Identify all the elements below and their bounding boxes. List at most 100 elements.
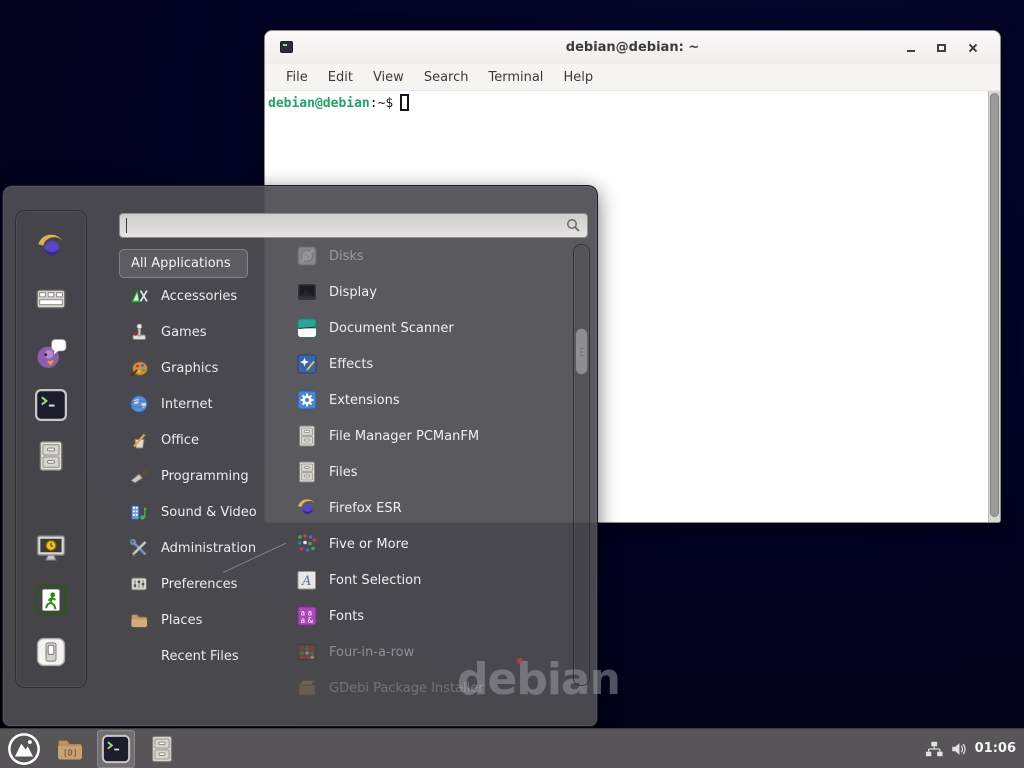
terminal-window-icon bbox=[280, 41, 293, 53]
menu-file[interactable]: File bbox=[276, 66, 318, 89]
effects-icon bbox=[295, 352, 319, 376]
app-list-scrollbar[interactable] bbox=[573, 244, 590, 686]
no-icon-spacer bbox=[129, 646, 149, 666]
file-cabinet-icon bbox=[147, 734, 177, 764]
firefox-icon bbox=[34, 230, 68, 264]
terminal-scrollbar[interactable] bbox=[988, 91, 1000, 523]
network-icon[interactable] bbox=[925, 740, 943, 758]
category-recent-files[interactable]: Recent Files bbox=[119, 638, 269, 674]
menu-search[interactable]: Search bbox=[414, 66, 479, 89]
folder-d-icon bbox=[55, 734, 85, 764]
desktop: debian@debian: ~ File Edit View Search T… bbox=[0, 0, 1024, 768]
terminal-titlebar[interactable]: debian@debian: ~ bbox=[265, 31, 1000, 64]
category-graphics[interactable]: Graphics bbox=[119, 350, 269, 386]
terminal-scrollbar-thumb[interactable] bbox=[990, 93, 999, 517]
app-files[interactable]: Files bbox=[265, 454, 565, 490]
close-button[interactable] bbox=[957, 31, 988, 64]
maximize-icon bbox=[937, 44, 946, 52]
fonts-icon bbox=[295, 604, 319, 628]
places-icon bbox=[129, 610, 149, 630]
menu-edit[interactable]: Edit bbox=[318, 66, 363, 89]
category-games[interactable]: Games bbox=[119, 314, 269, 350]
favorite-terminal[interactable] bbox=[32, 386, 70, 424]
menu-terminal[interactable]: Terminal bbox=[478, 66, 553, 89]
favorite-log-out[interactable] bbox=[32, 581, 70, 619]
terminal-icon bbox=[101, 734, 131, 764]
gdebi-icon bbox=[295, 676, 319, 700]
close-icon bbox=[968, 43, 978, 53]
app-disks[interactable]: Disks bbox=[265, 238, 565, 274]
search-input[interactable] bbox=[119, 213, 588, 238]
favorite-shut-down[interactable] bbox=[32, 633, 70, 671]
minimize-button[interactable] bbox=[895, 31, 926, 64]
app-fonts[interactable]: Fonts bbox=[265, 598, 565, 634]
app-font-selection[interactable]: Font Selection bbox=[265, 562, 565, 598]
four-in-a-row-icon bbox=[295, 640, 319, 664]
app-effects[interactable]: Effects bbox=[265, 346, 565, 382]
preferences-icon bbox=[129, 574, 149, 594]
all-applications-button[interactable]: All Applications bbox=[119, 249, 248, 278]
log-out-icon bbox=[34, 583, 68, 617]
graphics-icon bbox=[129, 358, 149, 378]
favorite-pidgin[interactable] bbox=[32, 334, 70, 372]
category-preferences[interactable]: Preferences bbox=[119, 566, 269, 602]
menu-button[interactable] bbox=[5, 730, 43, 768]
favorite-firefox[interactable] bbox=[32, 228, 70, 266]
terminal-cursor bbox=[400, 94, 409, 111]
font-selection-icon bbox=[295, 568, 319, 592]
minimize-icon bbox=[907, 50, 915, 52]
sound-video-icon bbox=[129, 502, 149, 522]
menu-help[interactable]: Help bbox=[553, 66, 603, 89]
prompt-path: :~$ bbox=[370, 96, 393, 111]
programming-icon bbox=[129, 466, 149, 486]
menu-view[interactable]: View bbox=[363, 66, 414, 89]
app-document-scanner[interactable]: Document Scanner bbox=[265, 310, 565, 346]
category-office[interactable]: Office bbox=[119, 422, 269, 458]
app-file-manager-pcmanfm[interactable]: File Manager PCManFM bbox=[265, 418, 565, 454]
category-sound-video[interactable]: Sound & Video bbox=[119, 494, 269, 530]
app-firefox-esr[interactable]: Firefox ESR bbox=[265, 490, 565, 526]
category-programming[interactable]: Programming bbox=[119, 458, 269, 494]
category-internet[interactable]: Internet bbox=[119, 386, 269, 422]
file-manager-launcher[interactable] bbox=[143, 730, 181, 768]
accessories-icon bbox=[129, 286, 149, 306]
terminal-task-button[interactable] bbox=[97, 730, 135, 768]
shut-down-icon bbox=[34, 635, 68, 669]
keyboard-icon bbox=[34, 282, 68, 316]
app-extensions[interactable]: Extensions bbox=[265, 382, 565, 418]
terminal-menubar: File Edit View Search Terminal Help bbox=[265, 64, 1000, 91]
extensions-icon bbox=[295, 388, 319, 412]
app-gdebi-package-installer[interactable]: GDebi Package Installer bbox=[265, 670, 565, 706]
file-cabinet-icon bbox=[295, 460, 319, 484]
category-accessories[interactable]: Accessories bbox=[119, 278, 269, 314]
screensaver-icon bbox=[34, 531, 68, 565]
administration-icon bbox=[129, 538, 149, 558]
folder-launcher[interactable] bbox=[51, 730, 89, 768]
taskbar: 01:06 bbox=[0, 728, 1024, 768]
pidgin-icon bbox=[34, 336, 68, 370]
terminal-title: debian@debian: ~ bbox=[566, 40, 699, 55]
text-caret bbox=[126, 218, 127, 233]
category-places[interactable]: Places bbox=[119, 602, 269, 638]
favorite-screensaver[interactable] bbox=[32, 529, 70, 567]
category-list: Accessories Games Graphics Internet Offi… bbox=[119, 278, 269, 674]
document-scanner-icon bbox=[295, 316, 319, 340]
file-cabinet-icon bbox=[34, 439, 68, 473]
favorite-onscreen-keyboard[interactable] bbox=[32, 280, 70, 318]
terminal-icon bbox=[34, 388, 68, 422]
search-icon bbox=[566, 218, 581, 233]
application-list: Disks Display Document Scanner Effects E… bbox=[265, 238, 565, 706]
app-list-scrollbar-thumb[interactable] bbox=[575, 328, 588, 375]
app-display[interactable]: Display bbox=[265, 274, 565, 310]
app-four-in-a-row[interactable]: Four-in-a-row bbox=[265, 634, 565, 670]
favorite-file-manager[interactable] bbox=[32, 437, 70, 475]
app-five-or-more[interactable]: Five or More bbox=[265, 526, 565, 562]
office-icon bbox=[129, 430, 149, 450]
volume-icon[interactable] bbox=[950, 740, 968, 758]
clock[interactable]: 01:06 bbox=[975, 741, 1016, 756]
maximize-button[interactable] bbox=[926, 31, 957, 64]
all-applications-label: All Applications bbox=[131, 256, 231, 271]
disks-icon bbox=[295, 244, 319, 268]
five-or-more-icon bbox=[295, 532, 319, 556]
internet-icon bbox=[129, 394, 149, 414]
